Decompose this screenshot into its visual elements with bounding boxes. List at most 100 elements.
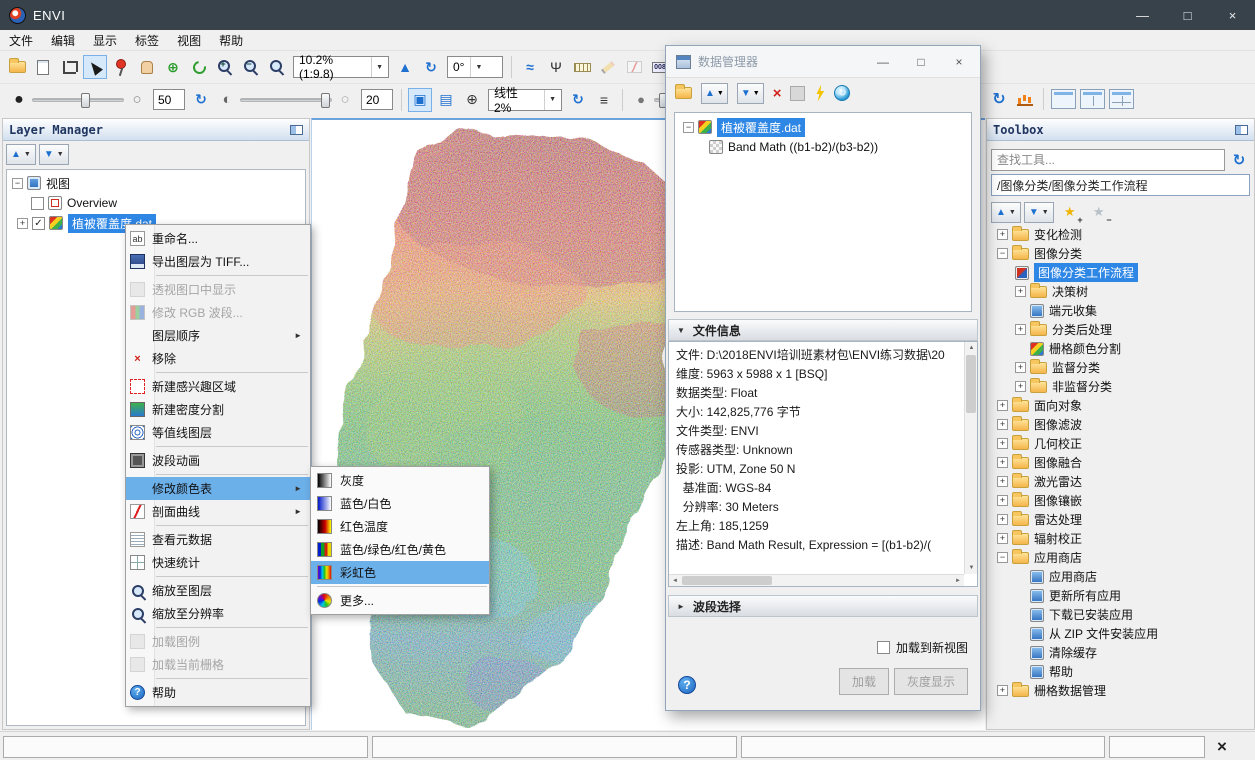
single-view-layout-button[interactable] <box>1051 89 1076 109</box>
menu-item-change-rgb-bands[interactable]: 修改 RGB 波段... <box>126 301 310 324</box>
maximize-button[interactable]: □ <box>1165 0 1210 30</box>
expander-icon[interactable]: + <box>997 685 1008 696</box>
four-view-layout-button[interactable] <box>1109 89 1134 109</box>
menu-item-view-metadata[interactable]: 查看元数据 <box>126 528 310 551</box>
toolbox-expand-button[interactable]: ▲ ▼ <box>991 202 1021 223</box>
toolbox-item-help[interactable]: 帮助 <box>989 662 1252 681</box>
toolbox-item-raster-color-slice[interactable]: 栅格颜色分割 <box>989 339 1252 358</box>
menu-item-quick-stats[interactable]: 快速统计 <box>126 551 310 574</box>
data-file-node[interactable]: − 植被覆盖度.dat <box>675 117 971 137</box>
open-file-icon[interactable] <box>5 55 29 79</box>
toolbox-item-endmember-collection[interactable]: 端元收集 <box>989 301 1252 320</box>
expander-icon[interactable]: + <box>997 495 1008 506</box>
toolbox-item-unsupervised[interactable]: +非监督分类 <box>989 377 1252 396</box>
expander-icon[interactable]: + <box>997 476 1008 487</box>
menu-item-remove[interactable]: ×移除 <box>126 347 310 370</box>
contrast-input[interactable] <box>361 89 393 110</box>
dialog-minimize-button[interactable]: — <box>864 48 902 76</box>
expander-icon[interactable]: + <box>17 218 28 229</box>
menu-item-load-current-raster[interactable]: 加载当前栅格 <box>126 653 310 676</box>
menu-item-layer-order[interactable]: 图层顺序► <box>126 324 310 347</box>
menu-item-show-in-portal[interactable]: 透视图口中显示 <box>126 278 310 301</box>
north-up-icon[interactable]: ▲ <box>393 55 417 79</box>
submenu-item-rainbow[interactable]: 彩虹色 <box>311 561 489 584</box>
menu-item-new-roi[interactable]: 新建感兴趣区域 <box>126 375 310 398</box>
rotation-combo[interactable]: 0° ▼ <box>447 56 503 78</box>
menu-display[interactable]: 显示 <box>84 30 126 50</box>
load-button[interactable]: 加载 <box>839 668 889 695</box>
toolbox-item-decision-tree[interactable]: +决策树 <box>989 282 1252 301</box>
select-cursor-icon[interactable] <box>83 55 107 79</box>
expander-icon[interactable]: − <box>683 122 694 133</box>
menu-item-contour-layer[interactable]: 等值线图层 <box>126 421 310 444</box>
zoom-out-icon[interactable]: − <box>239 55 263 79</box>
menu-item-rename[interactable]: ab重命名... <box>126 227 310 250</box>
statusbar-close-icon[interactable]: × <box>1209 735 1235 759</box>
menu-item-help[interactable]: ?帮助 <box>126 681 310 704</box>
expander-icon[interactable]: + <box>997 419 1008 430</box>
expander-icon[interactable]: + <box>1015 381 1026 392</box>
histogram-stretch-icon[interactable] <box>1013 87 1037 111</box>
refresh-datasets-icon[interactable]: ↻ <box>834 85 850 101</box>
toolbox-item-supervised[interactable]: +监督分类 <box>989 358 1252 377</box>
annotation-pencil-icon[interactable] <box>596 55 620 79</box>
toolbox-header[interactable]: Toolbox <box>987 119 1254 141</box>
toolbox-item-classification-workflow[interactable]: 图像分类工作流程 <box>989 263 1252 282</box>
fly-tool-icon[interactable]: ⊕ <box>161 55 185 79</box>
file-info-section-header[interactable]: ▼ 文件信息 <box>668 319 978 341</box>
pan-icon[interactable] <box>135 55 159 79</box>
float-panel-icon[interactable] <box>1235 125 1248 135</box>
submenu-item-red-temperature[interactable]: 红色温度 <box>311 515 489 538</box>
expander-icon[interactable]: + <box>997 438 1008 449</box>
expander-icon[interactable]: + <box>997 533 1008 544</box>
menu-file[interactable]: 文件 <box>0 30 42 50</box>
zoom-in-icon[interactable]: + <box>213 55 237 79</box>
minimize-button[interactable]: — <box>1120 0 1165 30</box>
toolbox-item-app-store-tool[interactable]: 应用商店 <box>989 567 1252 586</box>
brightness-slider-handle[interactable] <box>81 93 90 108</box>
fixed-zoom-icon[interactable] <box>265 55 289 79</box>
chip-view-icon[interactable] <box>57 55 81 79</box>
scroll-up-icon[interactable]: ▲ <box>965 342 978 354</box>
toolbox-item-download-installed-apps[interactable]: 下载已安装应用 <box>989 605 1252 624</box>
remove-favorite-button[interactable]: ★− <box>1087 200 1111 224</box>
zoom-combo[interactable]: 10.2% (1:9.8) ▼ <box>293 56 389 78</box>
toolbox-item-radiometric[interactable]: +辐射校正 <box>989 529 1252 548</box>
expander-icon[interactable]: − <box>12 178 23 189</box>
contrast-slider[interactable] <box>240 98 332 102</box>
menu-item-load-legend[interactable]: 加载图例 <box>126 630 310 653</box>
menu-views[interactable]: 视图 <box>168 30 210 50</box>
scroll-left-icon[interactable]: ◄ <box>669 575 681 587</box>
toolbox-item-app-store[interactable]: −应用商店 <box>989 548 1252 567</box>
toolbox-refresh-button[interactable]: ↻ <box>1228 149 1250 171</box>
toolbox-item-object-based[interactable]: +面向对象 <box>989 396 1252 415</box>
add-favorite-button[interactable]: ★+ <box>1058 200 1082 224</box>
measure-tool-icon[interactable] <box>570 55 594 79</box>
expander-icon[interactable]: + <box>1015 286 1026 297</box>
expander-icon[interactable]: − <box>997 248 1008 259</box>
expander-icon[interactable]: + <box>1015 324 1026 335</box>
menu-help[interactable]: 帮助 <box>210 30 252 50</box>
toolbox-item-mosaic[interactable]: +图像镶嵌 <box>989 491 1252 510</box>
toolbox-collapse-button[interactable]: ▼ ▼ <box>1024 202 1054 223</box>
layer-down-button[interactable]: ▼ ▼ <box>39 144 69 165</box>
two-view-layout-button[interactable] <box>1080 89 1105 109</box>
dialog-help-icon[interactable]: ? <box>678 676 696 694</box>
submenu-item-grayscale[interactable]: 灰度 <box>311 469 489 492</box>
expander-icon[interactable]: + <box>997 229 1008 240</box>
toolbox-breadcrumb[interactable]: /图像分类/图像分类工作流程 <box>991 174 1250 196</box>
scrollbar-thumb[interactable] <box>682 576 772 585</box>
close-button[interactable]: × <box>1210 0 1255 30</box>
toolbox-item-update-all-apps[interactable]: 更新所有应用 <box>989 586 1252 605</box>
toolbox-search-input[interactable] <box>991 149 1225 171</box>
toolbox-item-post-classification[interactable]: +分类后处理 <box>989 320 1252 339</box>
scroll-down-icon[interactable]: ▼ <box>965 562 978 574</box>
scrollbar-thumb[interactable] <box>966 355 976 413</box>
crosshairs-tool-icon[interactable]: ≈ <box>518 55 542 79</box>
menu-item-zoom-to-layer[interactable]: 缩放至图层 <box>126 579 310 602</box>
layer-checkbox[interactable]: ✓ <box>32 217 45 230</box>
toolbox-item-change-detection[interactable]: +变化检测 <box>989 225 1252 244</box>
toolbox-item-clear-cache[interactable]: 清除缓存 <box>989 643 1252 662</box>
expander-icon[interactable]: + <box>997 457 1008 468</box>
menu-item-export-tiff[interactable]: 导出图层为 TIFF... <box>126 250 310 273</box>
